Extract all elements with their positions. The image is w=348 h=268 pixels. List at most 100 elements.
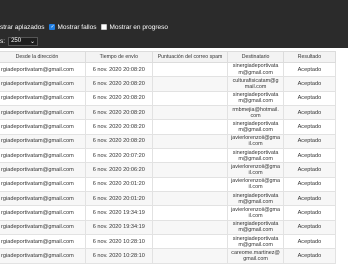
cell-spam-score xyxy=(151,176,229,193)
cell-result: Aceptado xyxy=(282,133,337,150)
table-row[interactable]: rgiadeportivatam@gmail.com 6 nov. 2020 10… xyxy=(0,234,337,250)
cell-sent-time: 6 nov. 2020 20:08:20 xyxy=(84,133,153,150)
cell-from: rgiadeportivatam@gmail.com xyxy=(0,248,86,264)
cell-sent-time: 6 nov. 2020 20:08:20 xyxy=(84,90,153,107)
table-row[interactable]: rgiadeportivatam@gmail.com 6 nov. 2020 20… xyxy=(0,76,337,92)
table-row[interactable]: rgiadeportivatam@gmail.com 6 nov. 2020 20… xyxy=(0,61,337,78)
cell-recipient: sinergiadeportivata m@gmail.com xyxy=(227,234,284,250)
cell-sent-time: 6 nov. 2020 19:34:19 xyxy=(84,205,153,221)
cell-spam-score xyxy=(151,119,229,135)
cell-from: rgiadeportivatam@gmail.com xyxy=(0,234,86,250)
cell-from: rgiadeportivatam@gmail.com xyxy=(0,90,86,107)
cell-sent-time: 6 nov. 2020 20:08:20 xyxy=(84,105,153,121)
table-header-row: Desde la dirección Tiempo de envío Puntu… xyxy=(0,51,337,63)
cell-sent-time: 6 nov. 2020 10:28:10 xyxy=(84,234,153,250)
cell-from: rgiadeportivatam@gmail.com xyxy=(0,119,86,135)
table-row[interactable]: rgiadeportivatam@gmail.com 6 nov. 2020 20… xyxy=(0,119,337,135)
cell-sent-time: 6 nov. 2020 20:01:20 xyxy=(84,191,153,207)
cell-from: rgiadeportivatam@gmail.com xyxy=(0,176,86,193)
show-in-progress-option[interactable]: Mostrar en progreso xyxy=(101,24,168,31)
show-in-progress-label: Mostrar en progreso xyxy=(109,23,168,31)
table-row[interactable]: rgiadeportivatam@gmail.com 6 nov. 2020 20… xyxy=(0,191,337,207)
cell-result: Aceptado xyxy=(282,119,337,135)
per-page-control: s: 250 ⌄ xyxy=(0,36,39,46)
cell-recipient: sinergiadeportivata m@gmail.com xyxy=(227,119,284,135)
email-log-table: Desde la dirección Tiempo de envío Puntu… xyxy=(0,51,337,264)
show-delayed-label: strar aplazados xyxy=(0,23,45,31)
table-row[interactable]: rgiadeportivatam@gmail.com 6 nov. 2020 20… xyxy=(0,133,337,150)
cell-from: rgiadeportivatam@gmail.com xyxy=(0,61,86,78)
cell-spam-score xyxy=(151,205,229,221)
cell-recipient: careome.martinez@ gmail.com xyxy=(227,248,284,264)
table-body: rgiadeportivatam@gmail.com 6 nov. 2020 20… xyxy=(0,61,337,264)
cell-sent-time: 6 nov. 2020 20:08:20 xyxy=(84,119,153,135)
cell-spam-score xyxy=(151,219,229,236)
show-failed-checkbox[interactable]: ✓ xyxy=(49,24,56,30)
cell-spam-score xyxy=(151,234,229,250)
column-header-spam-score[interactable]: Puntuación del correo spam xyxy=(151,51,229,63)
cell-spam-score xyxy=(151,105,229,121)
cell-result: Aceptado xyxy=(282,234,337,250)
table-row[interactable]: rgiadeportivatam@gmail.com 6 nov. 2020 20… xyxy=(0,105,337,121)
cell-result: Aceptado xyxy=(282,76,337,92)
cell-result: Aceptado xyxy=(282,162,337,178)
show-delayed-option[interactable]: strar aplazados xyxy=(0,24,44,31)
cell-from: rgiadeportivatam@gmail.com xyxy=(0,205,86,221)
cell-sent-time: 6 nov. 2020 20:06:20 xyxy=(84,162,153,178)
cell-result: Aceptado xyxy=(282,176,337,193)
cell-spam-score xyxy=(151,162,229,178)
cell-recipient: culturafisicatam@g mail.com xyxy=(227,76,284,92)
cell-recipient: sinergiadeportivata m@gmail.com xyxy=(227,219,284,236)
per-page-label: s: xyxy=(0,37,6,45)
per-page-value: 250 xyxy=(11,38,22,44)
cell-sent-time: 6 nov. 2020 20:01:20 xyxy=(84,176,153,193)
cell-result: Aceptado xyxy=(282,61,337,78)
cell-recipient: sinergiadeportivata m@gmail.com xyxy=(227,148,284,164)
column-header-from[interactable]: Desde la dirección xyxy=(0,51,86,63)
table-row[interactable]: rgiadeportivatam@gmail.com 6 nov. 2020 20… xyxy=(0,148,337,164)
cell-recipient: javierlorenzoii@gma il.com xyxy=(227,162,284,178)
cell-result: Aceptado xyxy=(282,248,337,264)
cell-result: Aceptado xyxy=(282,105,337,121)
cell-from: rgiadeportivatam@gmail.com xyxy=(0,219,86,236)
cell-recipient: javierlorenzoii@gma il.com xyxy=(227,205,284,221)
cell-from: rgiadeportivatam@gmail.com xyxy=(0,76,86,92)
cell-result: Aceptado xyxy=(282,191,337,207)
show-failed-label: Mostrar fallos xyxy=(57,23,97,31)
table-row[interactable]: rgiadeportivatam@gmail.com 6 nov. 2020 10… xyxy=(0,248,337,264)
cell-result: Aceptado xyxy=(282,90,337,107)
cell-from: rgiadeportivatam@gmail.com xyxy=(0,148,86,164)
cell-spam-score xyxy=(151,61,229,78)
column-header-result[interactable]: Resultado xyxy=(282,51,337,63)
cell-recipient: sinergiadeportivata m@gmail.com xyxy=(227,61,284,78)
cell-from: rgiadeportivatam@gmail.com xyxy=(0,162,86,178)
cell-result: Aceptado xyxy=(282,205,337,221)
show-in-progress-checkbox[interactable] xyxy=(101,24,108,30)
cell-spam-score xyxy=(151,90,229,107)
cell-recipient: javierlorenzoii@gma il.com xyxy=(227,176,284,193)
cell-sent-time: 6 nov. 2020 20:08:20 xyxy=(84,76,153,92)
cell-from: rgiadeportivatam@gmail.com xyxy=(0,191,86,207)
table-row[interactable]: rgiadeportivatam@gmail.com 6 nov. 2020 20… xyxy=(0,176,337,193)
cell-spam-score xyxy=(151,148,229,164)
table-row[interactable]: rgiadeportivatam@gmail.com 6 nov. 2020 19… xyxy=(0,205,337,221)
column-header-sent-time[interactable]: Tiempo de envío xyxy=(84,51,153,63)
cell-spam-score xyxy=(151,76,229,92)
table-row[interactable]: rgiadeportivatam@gmail.com 6 nov. 2020 19… xyxy=(0,219,337,236)
table-row[interactable]: rgiadeportivatam@gmail.com 6 nov. 2020 20… xyxy=(0,162,337,178)
per-page-select[interactable]: 250 ⌄ xyxy=(8,36,39,46)
cell-sent-time: 6 nov. 2020 20:07:20 xyxy=(84,148,153,164)
filter-toolbar: strar aplazados ✓ Mostrar fallos Mostrar… xyxy=(0,0,348,48)
cell-spam-score xyxy=(151,191,229,207)
cell-spam-score xyxy=(151,248,229,264)
filter-checkboxes: strar aplazados ✓ Mostrar fallos Mostrar… xyxy=(0,20,173,34)
cell-recipient: sinergiadeportivata m@gmail.com xyxy=(227,90,284,107)
cell-result: Aceptado xyxy=(282,148,337,164)
cell-recipient: sinergiadeportivata m@gmail.com xyxy=(227,191,284,207)
show-failed-option[interactable]: ✓ Mostrar fallos xyxy=(49,24,96,31)
column-header-recipient[interactable]: Destinatario xyxy=(227,51,284,63)
cell-spam-score xyxy=(151,133,229,150)
cell-result: Aceptado xyxy=(282,219,337,236)
table-row[interactable]: rgiadeportivatam@gmail.com 6 nov. 2020 20… xyxy=(0,90,337,107)
cell-sent-time: 6 nov. 2020 20:08:20 xyxy=(84,61,153,78)
